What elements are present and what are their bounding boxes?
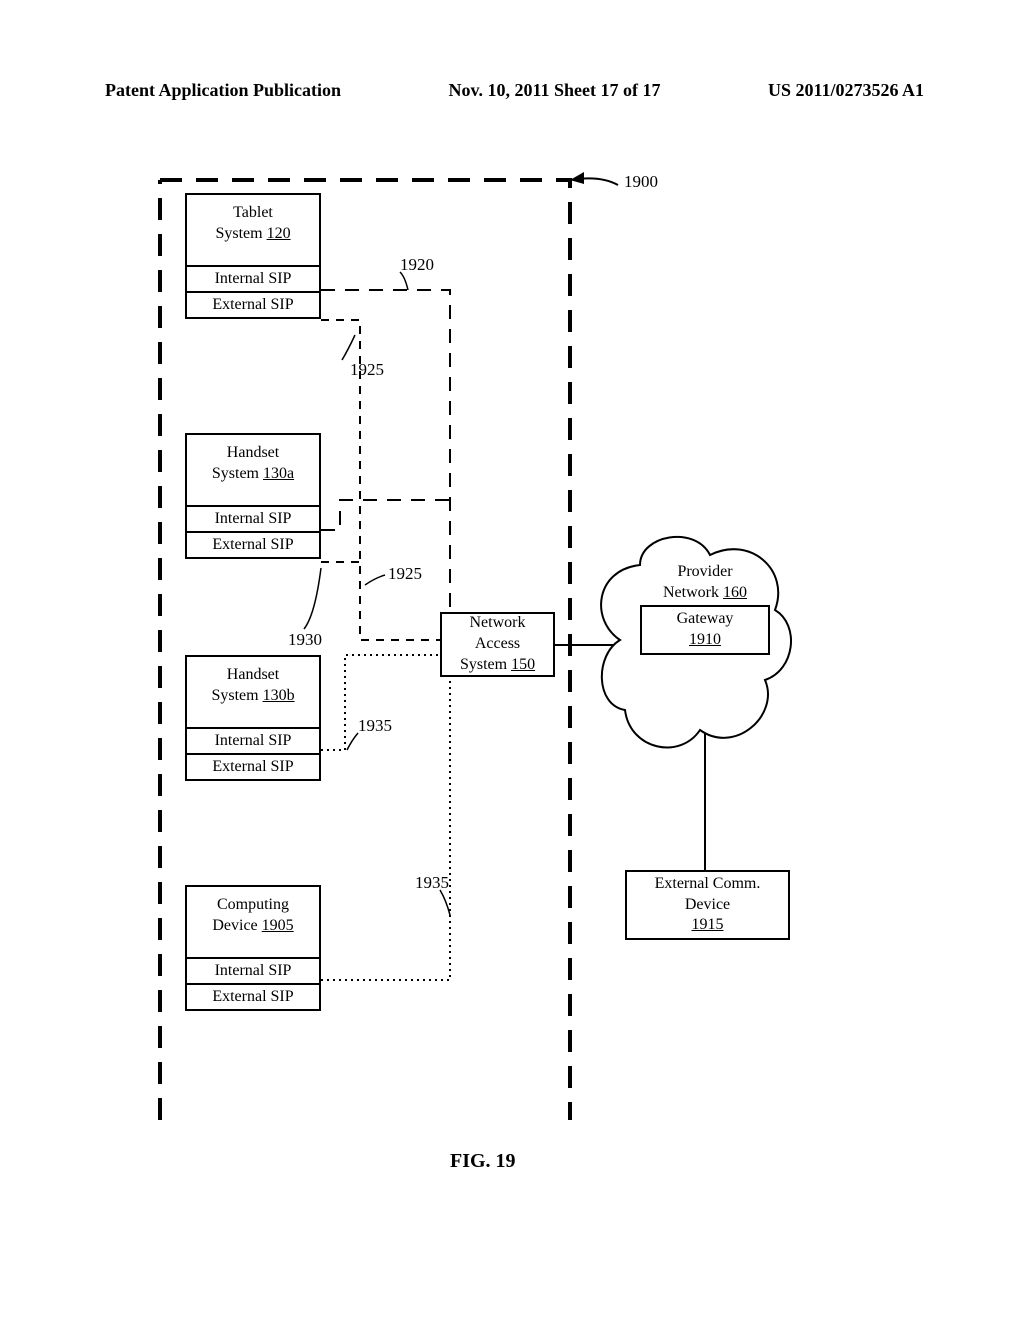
label-1925-b: 1925 (388, 564, 422, 584)
page-header: Patent Application Publication Nov. 10, … (105, 80, 924, 101)
diagram: Tablet System 120 Internal SIP External … (0, 150, 1024, 1250)
tablet-title: Tablet System 120 (185, 193, 321, 265)
label-1900: 1900 (624, 172, 658, 192)
computing-title: Computing Device 1905 (185, 885, 321, 957)
header-center: Nov. 10, 2011 Sheet 17 of 17 (448, 80, 660, 101)
label-1920: 1920 (400, 255, 434, 275)
computing-external-sip: External SIP (187, 983, 319, 1009)
header-right: US 2011/0273526 A1 (768, 80, 924, 101)
gateway-box: Gateway 1910 (640, 605, 770, 655)
label-1930: 1930 (288, 630, 322, 650)
header-left: Patent Application Publication (105, 80, 341, 101)
handset-b-block: Handset System 130b Internal SIP Externa… (185, 655, 321, 781)
ext-comm-box: External Comm. Device 1915 (625, 870, 790, 940)
diagram-lines (0, 150, 1024, 1250)
tablet-internal-sip: Internal SIP (187, 267, 319, 291)
label-1935-a: 1935 (358, 716, 392, 736)
label-1935-b: 1935 (415, 873, 449, 893)
label-1925-a: 1925 (350, 360, 384, 380)
tablet-block: Tablet System 120 Internal SIP External … (185, 193, 321, 319)
handset-a-external-sip: External SIP (187, 531, 319, 557)
tablet-external-sip: External SIP (187, 291, 319, 317)
figure-caption: FIG. 19 (450, 1150, 516, 1173)
computing-block: Computing Device 1905 Internal SIP Exter… (185, 885, 321, 1011)
computing-internal-sip: Internal SIP (187, 959, 319, 983)
handset-b-internal-sip: Internal SIP (187, 729, 319, 753)
handset-a-internal-sip: Internal SIP (187, 507, 319, 531)
handset-a-block: Handset System 130a Internal SIP Externa… (185, 433, 321, 559)
handset-a-title: Handset System 130a (185, 433, 321, 505)
provider-network-label: Provider Network 160 (640, 562, 770, 604)
handset-b-external-sip: External SIP (187, 753, 319, 779)
handset-b-title: Handset System 130b (185, 655, 321, 727)
network-access-box: Network Access System 150 (440, 612, 555, 677)
